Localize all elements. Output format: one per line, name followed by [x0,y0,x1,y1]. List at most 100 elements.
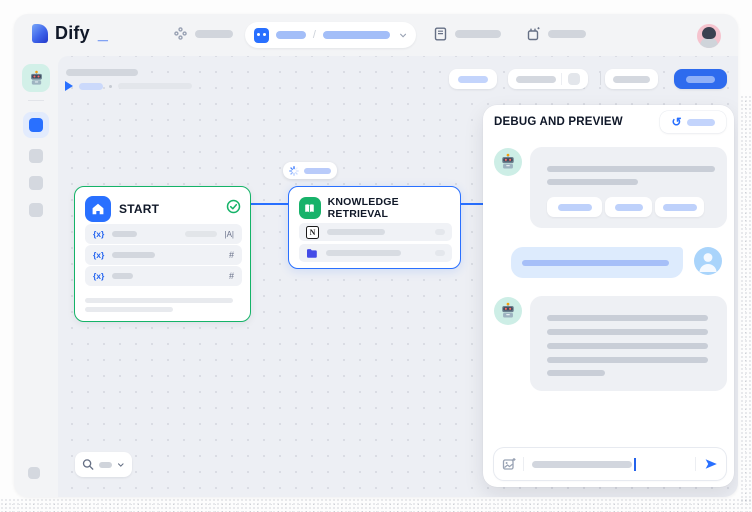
toolbar-segmented-button[interactable] [508,69,588,89]
start-variable-row-2: {x} # [85,245,242,265]
run-play-icon[interactable] [65,81,73,91]
variable-icon: {x} [93,229,104,239]
user-message-skeleton [522,260,669,266]
bot-avatar [494,148,522,176]
app-robot-icon [254,28,269,43]
chevron-down-icon [399,31,407,40]
dify-logo[interactable]: Dify _ [32,23,108,44]
person-icon [694,247,722,275]
debug-preview-panel: DEBUG AND PREVIEW ↺ [483,105,734,487]
robot-app-icon [28,70,45,87]
restart-label-skeleton [687,119,715,126]
publish-button-skeleton [686,76,715,83]
message-line-skeleton [547,329,708,335]
zoom-control[interactable] [75,452,132,477]
knowledge-source-row-notion: N [299,223,452,241]
folder-icon [306,248,318,259]
nav-explore-item[interactable] [174,27,233,40]
robot-avatar-icon [499,153,517,171]
sidebar-item-active[interactable] [23,112,49,138]
sidebar-current-app-icon[interactable] [22,64,50,92]
suggestion-skeleton [663,204,697,211]
variable-name-skeleton [112,252,155,258]
message-line-skeleton [547,370,605,376]
dify-logo-mark [32,24,48,43]
app-switcher[interactable]: / [245,22,416,48]
workflow-name-skeleton [323,31,390,39]
magnifier-icon [82,458,94,471]
start-variable-row-1: {x} |A| [85,224,242,244]
input-text-skeleton [532,461,632,468]
suggested-question-button-2[interactable] [605,197,652,217]
message-line-skeleton [547,166,715,172]
node-knowledge-retrieval[interactable]: KNOWLEDGE RETRIEVAL N [288,186,461,269]
input-divider [523,457,524,471]
open-book-icon [299,197,321,219]
edge-start-to-knowledge [251,203,289,205]
app-name-skeleton [276,31,306,39]
bot-message-bubble [530,147,727,228]
active-item-glyph [29,118,43,132]
canvas-title-skeleton [66,69,138,76]
running-label-skeleton [304,168,331,174]
toolbar-secondary-button[interactable] [605,69,658,89]
run-button-skeleton [458,76,488,83]
variable-name-skeleton [112,231,137,237]
variable-name-skeleton [112,273,133,279]
nav-knowledge-item[interactable] [434,27,501,41]
knowledge-node-title: KNOWLEDGE RETRIEVAL [328,196,460,220]
chat-input[interactable] [494,448,726,480]
segment-label-skeleton [516,76,556,83]
bot-avatar [494,297,522,325]
dify-logo-text: Dify [55,23,90,44]
run-label-skeleton [79,83,103,90]
home-icon [85,196,111,222]
dify-app-window: Dify _ / [14,14,738,497]
send-button[interactable] [704,457,718,471]
start-variable-row-3: {x} # [85,266,242,286]
grid-dots-icon [174,27,187,40]
suggestion-skeleton [615,204,643,211]
input-divider [695,457,696,471]
restart-icon: ↺ [671,116,681,128]
node-running-badge [283,162,337,179]
node-start[interactable]: START {x} |A| {x} # {x [74,186,251,322]
user-avatar[interactable] [697,24,721,48]
grain-texture-bottom [0,498,752,512]
desktop-background: Dify _ / [0,0,752,512]
secondary-button-skeleton [613,76,650,83]
sidebar-item-1[interactable] [29,149,43,163]
sidebar-divider [28,100,44,101]
top-header: Dify _ / [14,14,738,56]
node-description-skeleton-1 [85,298,233,303]
dataset-name-skeleton [327,229,385,235]
nav-tools-skeleton [548,30,586,38]
variable-icon: {x} [93,250,104,260]
knowledge-source-row-folder [299,244,452,262]
left-sidebar [14,56,58,497]
nav-explore-skeleton [195,30,233,38]
segment-divider [561,73,562,85]
message-line-skeleton [547,179,638,185]
sidebar-item-2[interactable] [29,176,43,190]
chevron-down-icon [117,461,125,469]
suggested-question-button-1[interactable] [547,197,602,217]
publish-button[interactable] [674,69,727,89]
image-upload-icon[interactable] [502,457,516,471]
debug-panel-title: DEBUG AND PREVIEW [494,116,623,128]
dot-separator [109,85,112,88]
start-node-header: START [85,196,159,222]
robot-avatar-icon [499,302,517,320]
toolbar-run-button[interactable] [449,69,497,89]
nav-knowledge-skeleton [455,30,501,38]
sidebar-item-bottom[interactable] [28,467,40,479]
dataset-name-skeleton [326,250,401,256]
toolbar-divider [600,73,601,85]
sidebar-item-3[interactable] [29,203,43,217]
suggested-question-button-3[interactable] [655,197,704,217]
nav-tools-item[interactable] [526,27,586,41]
dataset-meta-skeleton [435,250,445,256]
type-number-icon: # [229,250,234,260]
user-chat-avatar [694,247,722,275]
restart-conversation-button[interactable]: ↺ [660,111,726,133]
